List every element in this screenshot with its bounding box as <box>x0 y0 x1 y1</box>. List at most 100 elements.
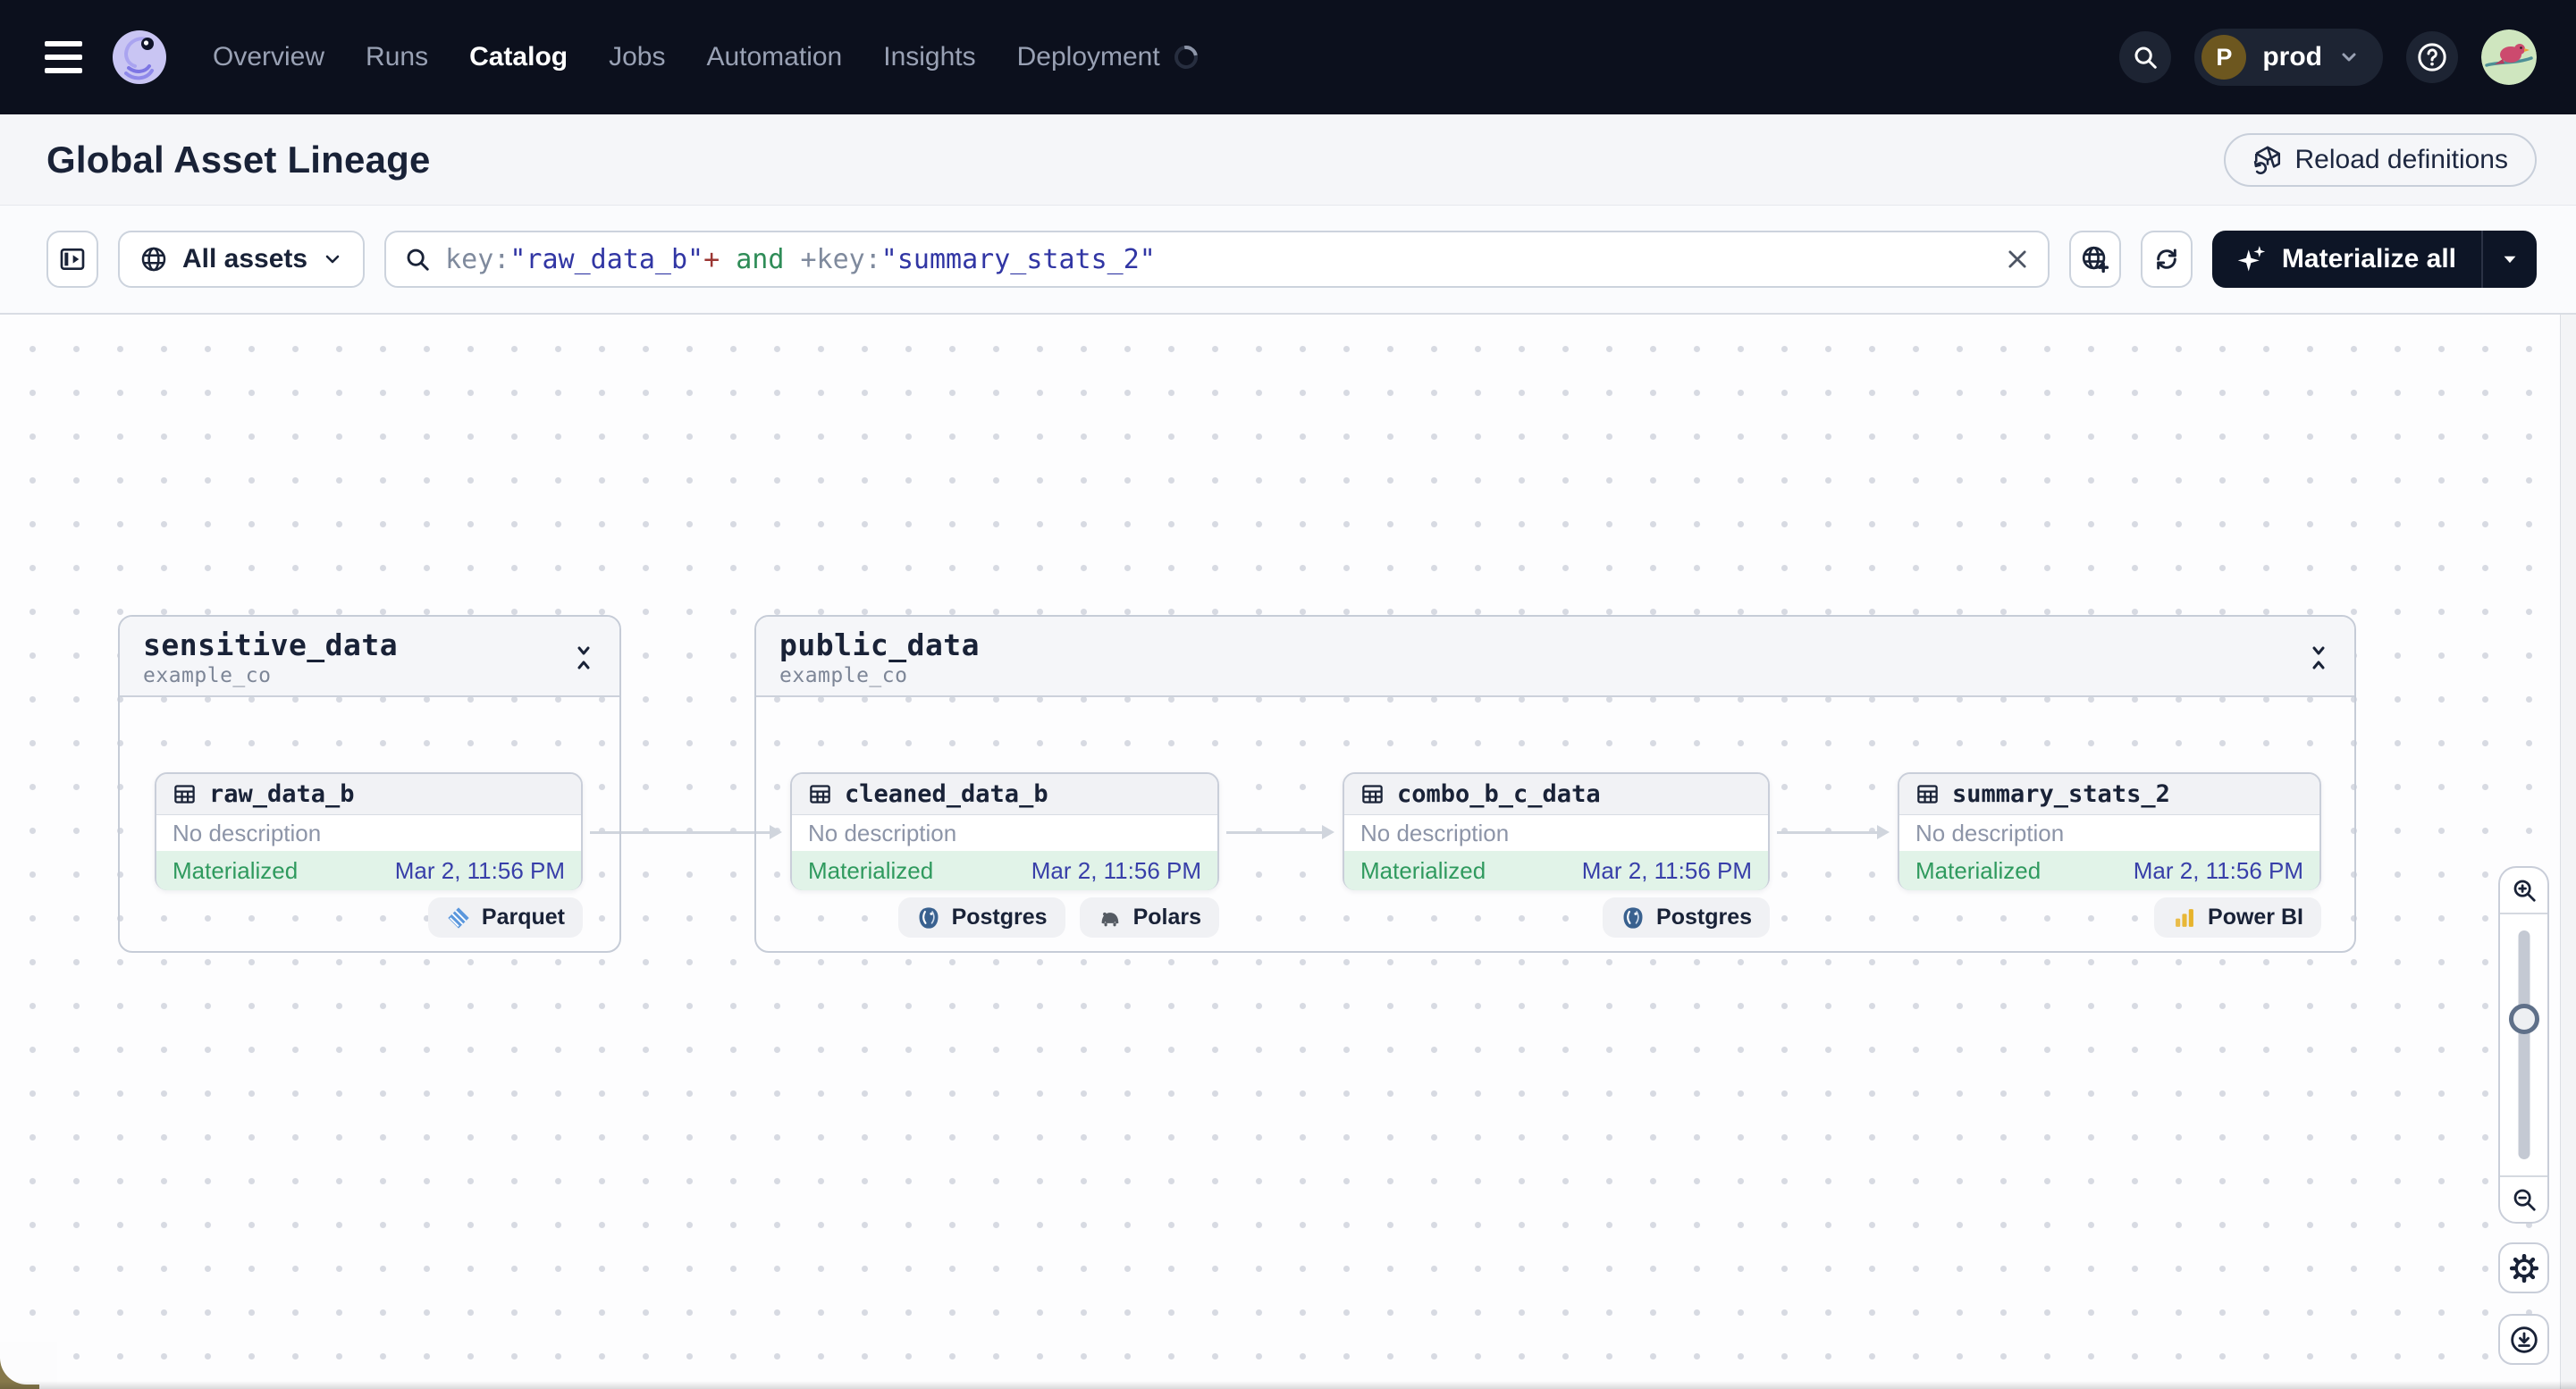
asset-node-header: combo_b_c_data <box>1344 774 1768 815</box>
nav-item-wrap: Deployment <box>1017 40 1202 74</box>
lineage-toolbar: All assets key:"raw_data_b"+ and +key:"s… <box>0 206 2576 315</box>
asset-name: combo_b_c_data <box>1397 780 1601 808</box>
nav-item-automation[interactable]: Automation <box>706 42 842 72</box>
top-navbar: Overview Runs Catalog Jobs Automation Insight… <box>0 0 2576 114</box>
asset-status-row: Materialized Mar 2, 11:56 PM <box>1344 851 1768 890</box>
nav-right-cluster: P prod <box>2119 29 2537 86</box>
gear-icon <box>2509 1253 2538 1283</box>
asset-node-combo_b_c_data[interactable]: combo_b_c_data No description Materialized… <box>1343 772 1770 890</box>
table-icon <box>808 782 832 806</box>
zoom-slider-knob[interactable] <box>2508 1004 2539 1034</box>
fold-icon <box>573 644 594 671</box>
kind-tag-label: Postgres <box>951 905 1048 930</box>
kind-tag-postgres[interactable]: Postgres <box>897 897 1065 938</box>
user-avatar[interactable] <box>2481 29 2537 85</box>
page-header: Global Asset Lineage Reload definitions <box>0 114 2576 206</box>
powerbi-icon <box>2172 905 2197 930</box>
nav-item-jobs[interactable]: Jobs <box>609 42 665 72</box>
kind-tag-label: Parquet <box>481 905 565 930</box>
query-segment-key: key: <box>445 243 510 275</box>
sparkle-icon <box>2237 244 2268 274</box>
search-icon[interactable] <box>2119 31 2172 83</box>
asset-group-header[interactable]: sensitive_data example_co <box>120 617 619 697</box>
asset-name: cleaned_data_b <box>845 780 1048 808</box>
query-segment-key: key: <box>816 243 881 275</box>
table-icon <box>1915 782 1940 806</box>
status-badge: Materialized <box>173 856 299 884</box>
status-badge: Materialized <box>1360 856 1486 884</box>
environment-switcher[interactable]: P prod <box>2194 29 2383 86</box>
kind-tag-label: Polars <box>1132 905 1201 930</box>
hamburger-icon[interactable] <box>45 35 89 80</box>
asset-description: No description <box>1915 819 2065 846</box>
parquet-icon <box>446 905 471 930</box>
nav-item-deployment[interactable]: Deployment <box>1017 42 1160 72</box>
asset-tags-row: Postgres Polars <box>790 897 1219 938</box>
reload-cube-icon <box>2252 145 2283 175</box>
kind-tag-postgres[interactable]: Postgres <box>1603 897 1770 938</box>
dagster-logo-icon[interactable] <box>111 29 168 86</box>
refresh-graph-button[interactable] <box>2140 231 2193 288</box>
kind-tag-label: Postgres <box>1656 905 1752 930</box>
nav-item-runs[interactable]: Runs <box>366 42 428 72</box>
query-segment-value: "summary_stats_2" <box>880 243 1156 275</box>
asset-group-header[interactable]: public_data example_co <box>756 617 2354 697</box>
open-left-panel-button[interactable] <box>46 231 98 288</box>
chevron-down-icon <box>322 248 343 270</box>
materialize-options-caret[interactable] <box>2481 231 2537 288</box>
asset-description: No description <box>173 819 322 846</box>
asset-node-summary_stats_2[interactable]: summary_stats_2 No description Materialize… <box>1898 772 2321 890</box>
zoom-slider[interactable] <box>2500 914 2547 1175</box>
postgres-icon <box>1621 905 1646 930</box>
asset-tags-row: Power BI <box>1898 897 2321 938</box>
kind-tag-label: Power BI <box>2208 905 2303 930</box>
nav-item-overview[interactable]: Overview <box>213 42 324 72</box>
zoom-controls <box>2498 866 2549 1224</box>
clear-search-icon[interactable] <box>2005 247 2030 272</box>
nav-item-insights[interactable]: Insights <box>883 42 975 72</box>
query-segment-value: "raw_data_b" <box>509 243 704 275</box>
asset-scope-select[interactable]: All assets <box>118 231 366 288</box>
filter-to-selection-button[interactable] <box>2068 231 2121 288</box>
zoom-out-icon[interactable] <box>2500 1175 2547 1222</box>
asset-node-header: raw_data_b <box>156 774 581 815</box>
asset-tags-row: Parquet <box>155 897 583 938</box>
nav-links: Overview Runs Catalog Jobs Automation Insight… <box>213 40 1202 74</box>
environment-avatar: P <box>2201 35 2247 80</box>
kind-tag-power-bi[interactable]: Power BI <box>2154 897 2321 938</box>
collapse-group-button[interactable] <box>566 638 602 678</box>
query-segment-op: + <box>703 243 720 275</box>
materialization-timestamp: Mar 2, 11:56 PM <box>1031 856 1201 884</box>
chevron-down-icon <box>2338 46 2360 68</box>
download-image-button[interactable] <box>2498 1314 2549 1365</box>
status-badge: Materialized <box>808 856 934 884</box>
materialize-all-button[interactable]: Materialize all <box>2212 231 2481 288</box>
materialization-timestamp: Mar 2, 11:56 PM <box>1581 856 1752 884</box>
group-repo-label: example_co <box>143 664 272 687</box>
help-icon[interactable] <box>2406 31 2458 83</box>
asset-status-row: Materialized Mar 2, 11:56 PM <box>792 851 1217 890</box>
lineage-canvas[interactable]: sensitive_data example_co public_data examp… <box>0 315 2576 1389</box>
asset-search-input[interactable]: key:"raw_data_b"+ and +key:"summary_stat… <box>384 231 2050 288</box>
asset-node-cleaned_data_b[interactable]: cleaned_data_b No description Materialized… <box>790 772 1219 890</box>
polars-icon <box>1098 905 1123 930</box>
kind-tag-polars[interactable]: Polars <box>1079 897 1219 938</box>
collapse-group-button[interactable] <box>2301 638 2336 678</box>
asset-name: summary_stats_2 <box>1952 780 2170 808</box>
reload-definitions-label: Reload definitions <box>2294 144 2509 174</box>
group-repo-label: example_co <box>779 664 908 687</box>
postgres-icon <box>916 905 941 930</box>
asset-node-raw_data_b[interactable]: raw_data_b No description Materialized Mar … <box>155 772 583 890</box>
group-title: public_data <box>779 627 981 662</box>
loading-spinner-icon <box>1169 40 1202 74</box>
graph-settings-button[interactable] <box>2498 1242 2549 1293</box>
fold-icon <box>2308 644 2329 671</box>
zoom-in-icon[interactable] <box>2500 868 2547 914</box>
canvas-scrollbar-gutter[interactable] <box>2560 315 2576 1389</box>
zoom-slider-track[interactable] <box>2518 930 2530 1159</box>
materialize-all-label: Materialize all <box>2281 244 2456 274</box>
reload-definitions-button[interactable]: Reload definitions <box>2223 132 2537 187</box>
nav-item-catalog[interactable]: Catalog <box>469 42 568 72</box>
download-icon <box>2509 1325 2539 1355</box>
kind-tag-parquet[interactable]: Parquet <box>427 897 583 938</box>
